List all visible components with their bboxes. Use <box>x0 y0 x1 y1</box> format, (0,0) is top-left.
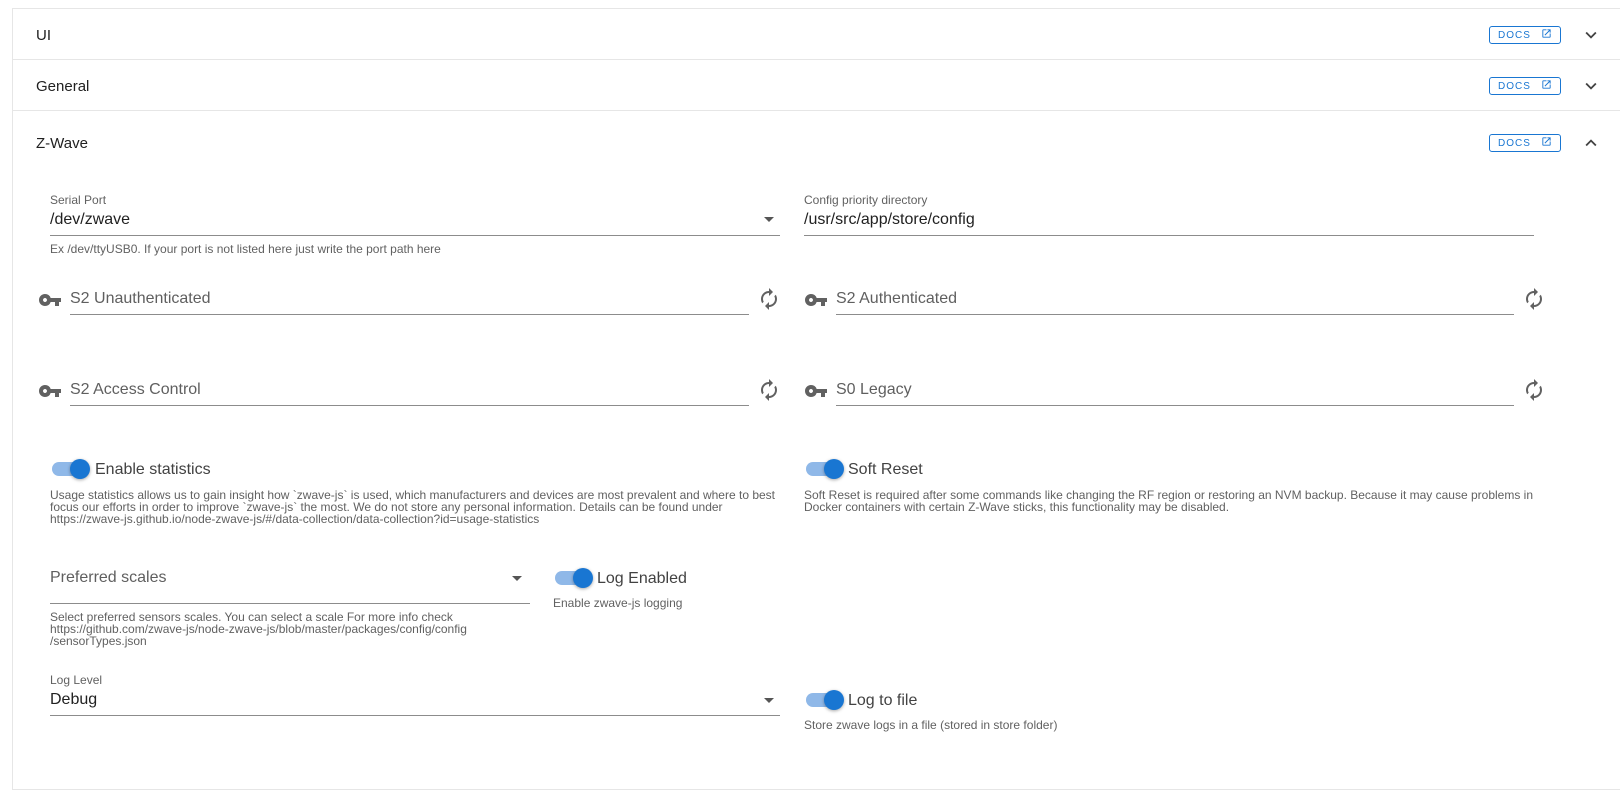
refresh-icon[interactable] <box>1522 287 1546 311</box>
s0-legacy-input[interactable] <box>836 375 1514 407</box>
refresh-icon[interactable] <box>757 378 781 402</box>
s0-legacy-placeholder: S0 Legacy <box>836 381 912 398</box>
s2-unauthenticated-placeholder: S2 Unauthenticated <box>70 290 211 307</box>
key-icon <box>38 288 62 312</box>
open-in-new-icon <box>1541 28 1552 42</box>
serial-port-label: Serial Port <box>50 193 107 207</box>
panel-general-header[interactable]: General DOCS <box>13 60 1620 110</box>
panel-ui-docs-button[interactable]: DOCS <box>1489 26 1561 44</box>
log-level-label: Log Level <box>50 673 103 687</box>
preferred-scales-placeholder: Preferred scales <box>50 569 167 586</box>
toggle-thumb <box>70 459 90 479</box>
preferred-scales-dropdown-icon[interactable] <box>512 576 522 581</box>
log-level-dropdown-icon[interactable] <box>764 698 774 703</box>
panel-ui-header[interactable]: UI DOCS <box>13 9 1620 59</box>
s2-authenticated-placeholder: S2 Authenticated <box>836 290 957 307</box>
preferred-scales-underline <box>50 603 530 604</box>
open-in-new-icon <box>1541 136 1552 150</box>
config-dir-underline <box>804 235 1534 236</box>
preferred-scales-hint-line3: /sensorTypes.json <box>50 634 147 648</box>
serial-port-dropdown-icon[interactable] <box>764 217 774 222</box>
enable-statistics-toggle[interactable] <box>52 459 90 479</box>
serial-port-hint: Ex /dev/ttyUSB0. If your port is not lis… <box>50 242 441 256</box>
config-dir-value: /usr/src/app/store/config <box>804 211 975 228</box>
refresh-icon[interactable] <box>1522 378 1546 402</box>
s2-unauthenticated-underline <box>70 314 749 315</box>
serial-port-value: /dev/zwave <box>50 211 131 228</box>
log-level-value: Debug <box>50 691 98 708</box>
log-enabled-hint: Enable zwave-js logging <box>553 596 683 610</box>
panel-zwave-header[interactable]: Z-Wave DOCS <box>13 111 1620 175</box>
log-enabled-toggle[interactable] <box>555 568 593 588</box>
docs-label: DOCS <box>1498 29 1531 41</box>
open-in-new-icon <box>1541 79 1552 93</box>
log-to-file-hint: Store zwave logs in a file (stored in st… <box>804 718 1058 732</box>
soft-reset-toggle[interactable] <box>806 459 844 479</box>
panel-ui: UI DOCS <box>12 8 1620 60</box>
log-to-file-toggle[interactable] <box>806 690 844 710</box>
key-icon <box>38 379 62 403</box>
toggle-thumb <box>573 568 593 588</box>
soft-reset-hint-line2: Docker containers with certain Z-Wave st… <box>804 500 1230 514</box>
soft-reset-label: Soft Reset <box>848 461 923 478</box>
toggle-thumb <box>824 459 844 479</box>
key-icon <box>804 379 828 403</box>
log-to-file-label: Log to file <box>848 692 918 709</box>
enable-statistics-hint-line3: https://zwave-js.github.io/node-zwave-js… <box>50 512 540 526</box>
s0-legacy-underline <box>836 405 1514 406</box>
docs-label: DOCS <box>1498 137 1531 149</box>
s2-access-control-placeholder: S2 Access Control <box>70 381 201 398</box>
log-level-select[interactable] <box>50 672 780 716</box>
chevron-down-icon[interactable] <box>1580 24 1602 46</box>
log-enabled-label: Log Enabled <box>597 570 687 587</box>
log-level-underline <box>50 715 780 716</box>
s2-authenticated-underline <box>836 314 1514 315</box>
serial-port-select[interactable] <box>50 192 780 236</box>
key-icon <box>804 288 828 312</box>
panel-general-docs-button[interactable]: DOCS <box>1489 77 1561 95</box>
panel-zwave-title: Z-Wave <box>36 135 88 152</box>
enable-statistics-label: Enable statistics <box>95 461 211 478</box>
panel-general-title: General <box>36 78 90 95</box>
chevron-down-icon[interactable] <box>1580 75 1602 97</box>
config-dir-label: Config priority directory <box>804 193 928 207</box>
panel-zwave-docs-button[interactable]: DOCS <box>1489 134 1561 152</box>
panel-ui-title: UI <box>36 27 51 44</box>
chevron-up-icon[interactable] <box>1580 132 1602 154</box>
refresh-icon[interactable] <box>757 287 781 311</box>
s2-access-control-underline <box>70 405 749 406</box>
serial-port-underline <box>50 235 780 236</box>
toggle-thumb <box>824 690 844 710</box>
docs-label: DOCS <box>1498 80 1531 92</box>
panel-general: General DOCS <box>12 59 1620 111</box>
